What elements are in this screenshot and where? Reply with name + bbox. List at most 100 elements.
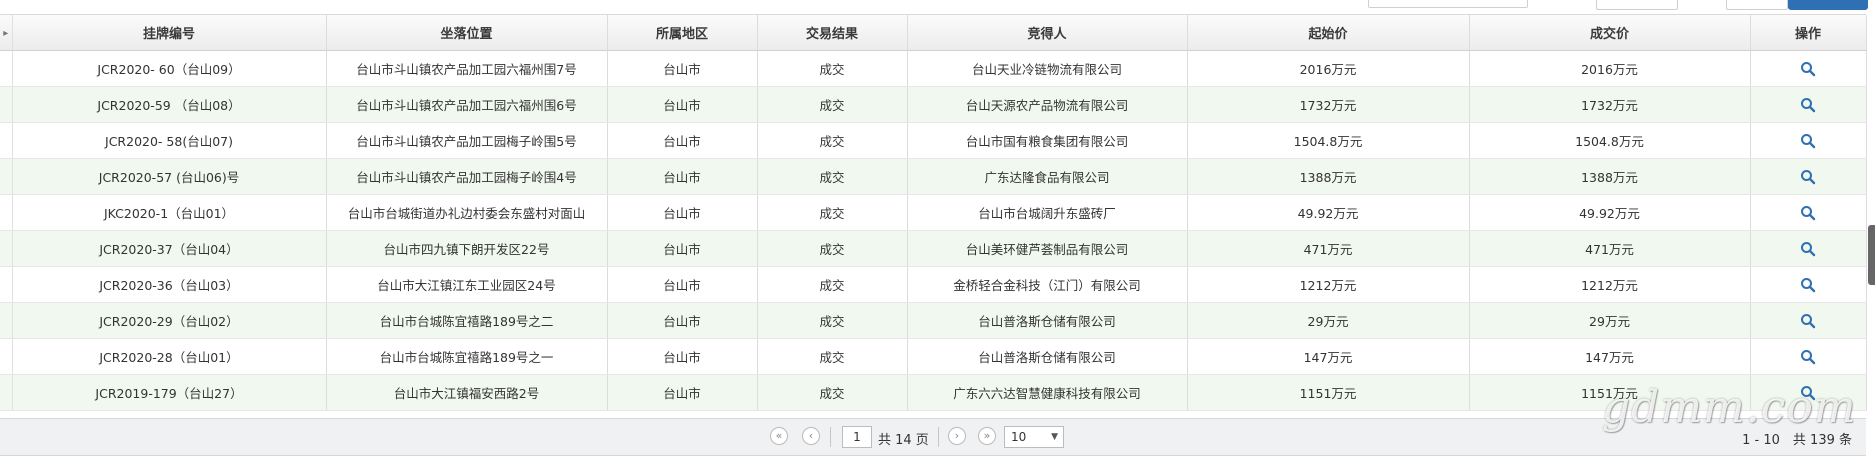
- cell-action: [1750, 158, 1867, 195]
- table-row[interactable]: JKC2020-1（台山01） 台山市台城街道办礼边村委会东盛村对面山 台山市 成交台…: [0, 194, 1867, 231]
- header-code[interactable]: 挂牌编号: [12, 15, 327, 51]
- cell-region: 台山市: [607, 158, 758, 195]
- chevron-right-icon: ›: [954, 429, 960, 442]
- cell-region: 台山市: [607, 338, 758, 375]
- cell-region: 台山市: [607, 194, 758, 231]
- header-result[interactable]: 交易结果: [757, 15, 908, 51]
- row-gutter: [0, 122, 13, 159]
- cell-code: JCR2020-29（台山02）: [12, 302, 327, 339]
- search-icon[interactable]: [1800, 61, 1816, 77]
- row-gutter: [0, 50, 13, 87]
- cell-deal-price: 1504.8万元: [1469, 122, 1751, 159]
- row-gutter: [0, 302, 13, 339]
- cell-action: [1750, 122, 1867, 159]
- cell-start-price: 1212万元: [1187, 266, 1470, 303]
- caret-right-icon: ▸: [3, 28, 9, 39]
- row-gutter: [0, 266, 13, 303]
- cell-location: 台山市四九镇下朗开发区22号: [326, 230, 608, 267]
- header-region[interactable]: 所属地区: [607, 15, 758, 51]
- cell-code: JCR2020-28（台山01）: [12, 338, 327, 375]
- table-row[interactable]: JCR2020-57 (台山06)号 台山市斗山镇农产品加工园梅子岭围4号 台山市成…: [0, 158, 1867, 195]
- type-select[interactable]: [1726, 0, 1788, 10]
- region-select[interactable]: [1596, 0, 1678, 10]
- header-deal-price[interactable]: 成交价: [1469, 15, 1751, 51]
- search-icon[interactable]: [1800, 313, 1816, 329]
- cell-start-price: 1504.8万元: [1187, 122, 1470, 159]
- cell-deal-price: 471万元: [1469, 230, 1751, 267]
- cell-winner: 台山普洛斯仓储有限公司: [907, 338, 1188, 375]
- caret-down-icon: ▼: [1051, 432, 1058, 442]
- table-row[interactable]: JCR2020-37（台山04） 台山市四九镇下朗开发区22号 台山市 成交 台山美环健…: [0, 230, 1867, 267]
- cell-winner: 台山天业冷链物流有限公司: [907, 50, 1188, 87]
- header-location[interactable]: 坐落位置: [326, 15, 608, 51]
- cell-action: [1750, 266, 1867, 303]
- cell-location: 台山市台城街道办礼边村委会东盛村对面山: [326, 194, 608, 231]
- cell-action: [1750, 230, 1867, 267]
- cell-result: 成交: [757, 374, 908, 411]
- cell-winner: 台山市国有粮食集团有限公司: [907, 122, 1188, 159]
- prev-page-button[interactable]: ‹: [802, 427, 820, 445]
- cell-deal-price: 49.92万元: [1469, 194, 1751, 231]
- cell-start-price: 29万元: [1187, 302, 1470, 339]
- cell-code: JCR2020-57 (台山06)号: [12, 158, 327, 195]
- header-sort-caret[interactable]: ▸: [0, 15, 13, 51]
- query-button[interactable]: [1788, 0, 1868, 10]
- page-size-value: 10: [1011, 430, 1027, 444]
- cell-result: 成交: [757, 50, 908, 87]
- search-icon[interactable]: [1800, 349, 1816, 365]
- cell-start-price: 2016万元: [1187, 50, 1470, 87]
- header-start-price[interactable]: 起始价: [1187, 15, 1470, 51]
- table-row[interactable]: JCR2020-29（台山02） 台山市台城陈宜禧路189号之二 台山市 成交 台山普洛…: [0, 302, 1867, 339]
- cell-code: JCR2019-179（台山27）: [12, 374, 327, 411]
- table-row[interactable]: JCR2020- 60（台山09） 台山市斗山镇农产品加工园六福州围7号 台山市 成交…: [0, 50, 1867, 87]
- cell-location: 台山市斗山镇农产品加工园六福州围6号: [326, 86, 608, 123]
- cell-action: [1750, 338, 1867, 375]
- cell-location: 台山市大江镇福安西路2号: [326, 374, 608, 411]
- cell-location: 台山市大江镇江东工业园区24号: [326, 266, 608, 303]
- search-icon[interactable]: [1800, 205, 1816, 221]
- search-input[interactable]: [1368, 0, 1528, 8]
- table-header: ▸ 挂牌编号 坐落位置 所属地区 交易结果 竞得人 起始价 成交价 操作: [0, 15, 1867, 51]
- cell-start-price: 147万元: [1187, 338, 1470, 375]
- page-size-select[interactable]: 10 ▼: [1004, 426, 1064, 448]
- cell-region: 台山市: [607, 302, 758, 339]
- cell-winner: 台山美环健芦荟制品有限公司: [907, 230, 1188, 267]
- table-row[interactable]: JCR2019-179（台山27） 台山市大江镇福安西路2号 台山市 成交 广东六六达智…: [0, 374, 1867, 411]
- search-icon[interactable]: [1800, 277, 1816, 293]
- pagination-bar: « ‹ 1 共 14 页 › » 10 ▼ 1 - 10 共 139 条: [0, 418, 1866, 456]
- cell-code: JCR2020- 60（台山09）: [12, 50, 327, 87]
- page-number-input[interactable]: 1: [842, 426, 872, 448]
- cell-region: 台山市: [607, 50, 758, 87]
- table-row[interactable]: JCR2020-59 （台山08） 台山市斗山镇农产品加工园六福州围6号 台山市 成交…: [0, 86, 1867, 123]
- cell-result: 成交: [757, 230, 908, 267]
- cell-action: [1750, 194, 1867, 231]
- row-gutter: [0, 374, 13, 411]
- search-icon[interactable]: [1800, 97, 1816, 113]
- cell-location: 台山市斗山镇农产品加工园梅子岭围4号: [326, 158, 608, 195]
- cell-region: 台山市: [607, 230, 758, 267]
- cell-code: JCR2020-37（台山04）: [12, 230, 327, 267]
- search-icon[interactable]: [1800, 133, 1816, 149]
- cell-result: 成交: [757, 122, 908, 159]
- cell-start-price: 1732万元: [1187, 86, 1470, 123]
- cell-region: 台山市: [607, 122, 758, 159]
- table-row[interactable]: JCR2020-28（台山01） 台山市台城陈宜禧路189号之一 台山市 成交 台山普洛…: [0, 338, 1867, 375]
- chevron-left-icon: ‹: [808, 429, 814, 442]
- cell-code: JCR2020-36（台山03）: [12, 266, 327, 303]
- table-row[interactable]: JCR2020- 58(台山07) 台山市斗山镇农产品加工园梅子岭围5号 台山市 成交…: [0, 122, 1867, 159]
- cell-action: [1750, 50, 1867, 87]
- cell-start-price: 1151万元: [1187, 374, 1470, 411]
- last-page-button[interactable]: »: [978, 427, 996, 445]
- search-icon[interactable]: [1800, 169, 1816, 185]
- first-page-button[interactable]: «: [770, 427, 788, 445]
- scroll-tab[interactable]: [1868, 225, 1875, 285]
- cell-result: 成交: [757, 302, 908, 339]
- next-page-button[interactable]: ›: [948, 427, 966, 445]
- header-winner[interactable]: 竞得人: [907, 15, 1188, 51]
- cell-start-price: 49.92万元: [1187, 194, 1470, 231]
- cell-region: 台山市: [607, 374, 758, 411]
- pager-divider: [830, 427, 831, 447]
- cell-deal-price: 1212万元: [1469, 266, 1751, 303]
- table-row[interactable]: JCR2020-36（台山03） 台山市大江镇江东工业园区24号 台山市 成交 金桥轻合…: [0, 266, 1867, 303]
- search-icon[interactable]: [1800, 241, 1816, 257]
